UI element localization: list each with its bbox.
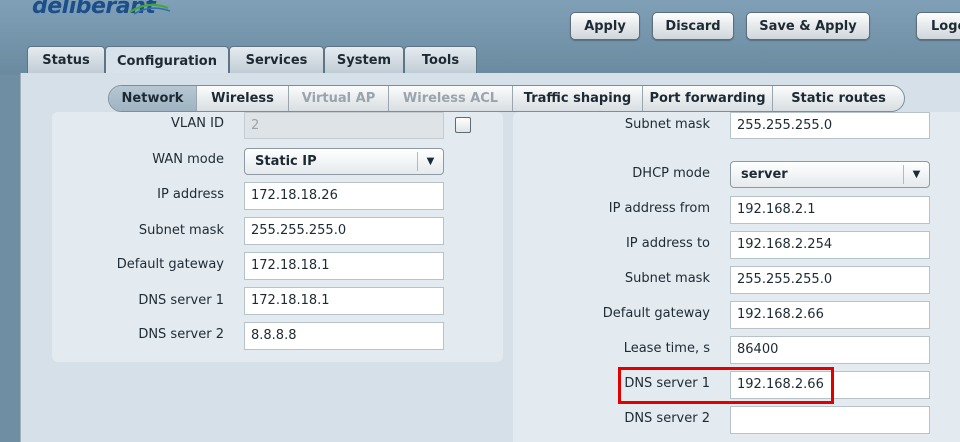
wan-ip-input[interactable]: 172.18.18.26 — [244, 182, 444, 210]
tab-tools[interactable]: Tools — [404, 46, 477, 74]
ip-from-label: IP address from — [608, 201, 710, 216]
vlan-enable-checkbox[interactable] — [455, 117, 471, 133]
subtab-wireless-acl[interactable]: Wireless ACL — [389, 86, 513, 111]
wan-mode-label: WAN mode — [152, 152, 224, 167]
chevron-down-icon: ▼ — [417, 152, 443, 171]
save-apply-button[interactable]: Save & Apply — [746, 12, 870, 40]
dhcp-mode-value: server — [741, 167, 788, 182]
wan-mask-input[interactable]: 255.255.255.0 — [244, 217, 444, 245]
wan-mode-select[interactable]: Static IP ▼ — [244, 148, 444, 175]
dhcp-mode-select[interactable]: server ▼ — [730, 161, 930, 188]
subtab-static-routes[interactable]: Static routes — [773, 86, 904, 111]
tab-status[interactable]: Status — [27, 46, 105, 74]
dhcp-mask-input[interactable]: 255.255.255.0 — [730, 266, 930, 294]
dhcp-mask-label: Subnet mask — [624, 271, 710, 286]
wan-dns2-input[interactable]: 8.8.8.8 — [244, 322, 444, 350]
subtab-traffic-shaping[interactable]: Traffic shaping — [513, 86, 643, 111]
lease-time-input[interactable]: 86400 — [730, 336, 930, 364]
lease-time-label: Lease time, s — [623, 341, 710, 356]
subtab-virtual-ap[interactable]: Virtual AP — [289, 86, 389, 111]
vlan-id-label: VLAN ID — [170, 116, 224, 131]
chevron-down-icon: ▼ — [903, 165, 929, 184]
wan-ip-label: IP address — [157, 187, 224, 202]
ip-to-label: IP address to — [625, 236, 710, 251]
wan-gateway-label: Default gateway — [116, 257, 224, 272]
tab-system[interactable]: System — [324, 46, 404, 74]
vlan-id-input[interactable]: 2 — [244, 112, 444, 139]
wan-mask-label: Subnet mask — [138, 223, 224, 238]
logout-button[interactable]: Logo — [916, 12, 960, 40]
ip-from-input[interactable]: 192.168.2.1 — [730, 196, 930, 224]
lan-mask-label: Subnet mask — [624, 117, 710, 132]
tab-services[interactable]: Services — [229, 46, 324, 74]
wan-dns2-label: DNS server 2 — [138, 327, 224, 342]
dhcp-mode-label: DHCP mode — [632, 166, 710, 181]
tab-configuration[interactable]: Configuration — [105, 46, 229, 76]
wan-gateway-input[interactable]: 172.18.18.1 — [244, 252, 444, 280]
wan-mode-value: Static IP — [255, 154, 317, 169]
sub-tab-bar: Network Wireless Virtual AP Wireless ACL… — [108, 85, 905, 112]
subtab-wireless[interactable]: Wireless — [197, 86, 289, 111]
dhcp-dns2-input[interactable] — [730, 406, 930, 434]
apply-button[interactable]: Apply — [570, 12, 640, 40]
dns-server-1-highlight — [618, 367, 834, 404]
subtab-network[interactable]: Network — [109, 86, 197, 111]
dhcp-gateway-input[interactable]: 192.168.2.66 — [730, 301, 930, 329]
discard-button[interactable]: Discard — [652, 12, 734, 40]
dhcp-gateway-label: Default gateway — [602, 306, 710, 321]
dhcp-dns2-label: DNS server 2 — [624, 411, 710, 426]
wan-dns1-label: DNS server 1 — [138, 293, 224, 308]
ip-to-input[interactable]: 192.168.2.254 — [730, 231, 930, 259]
wan-dns1-input[interactable]: 172.18.18.1 — [244, 287, 444, 315]
subtab-port-forwarding[interactable]: Port forwarding — [643, 86, 773, 111]
lan-mask-input[interactable]: 255.255.255.0 — [730, 112, 930, 139]
logo-swoosh-icon — [129, 3, 171, 15]
